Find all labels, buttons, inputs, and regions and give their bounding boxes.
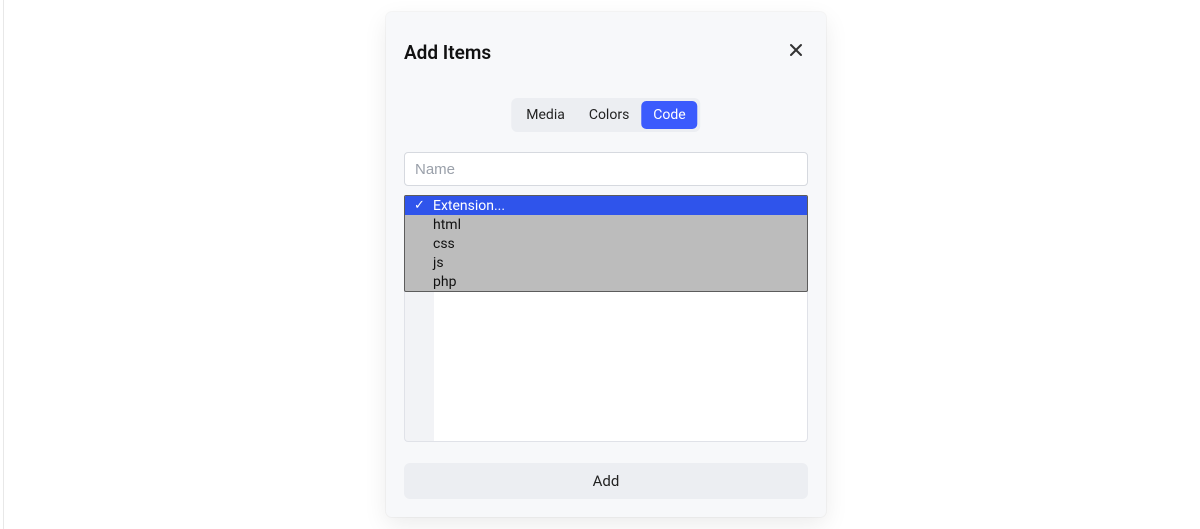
extension-option-placeholder[interactable]: Extension... (405, 196, 807, 215)
add-items-dialog: Add Items Media Colors Code 1 (386, 12, 826, 517)
extension-select-dropdown[interactable]: Extension... html css js php (404, 195, 808, 292)
tab-code[interactable]: Code (641, 101, 697, 129)
close-icon (789, 43, 803, 61)
dialog-title: Add Items (404, 41, 491, 64)
left-divider (3, 0, 4, 529)
extension-option-js[interactable]: js (405, 253, 807, 272)
add-button[interactable]: Add (404, 463, 808, 499)
extension-option-css[interactable]: css (405, 234, 807, 253)
extension-option-html[interactable]: html (405, 215, 807, 234)
tab-colors[interactable]: Colors (577, 101, 641, 129)
tab-bar: Media Colors Code (511, 98, 700, 132)
extension-option-php[interactable]: php (405, 272, 807, 291)
close-button[interactable] (784, 40, 808, 64)
tab-media[interactable]: Media (514, 101, 577, 129)
name-input[interactable] (404, 152, 808, 186)
